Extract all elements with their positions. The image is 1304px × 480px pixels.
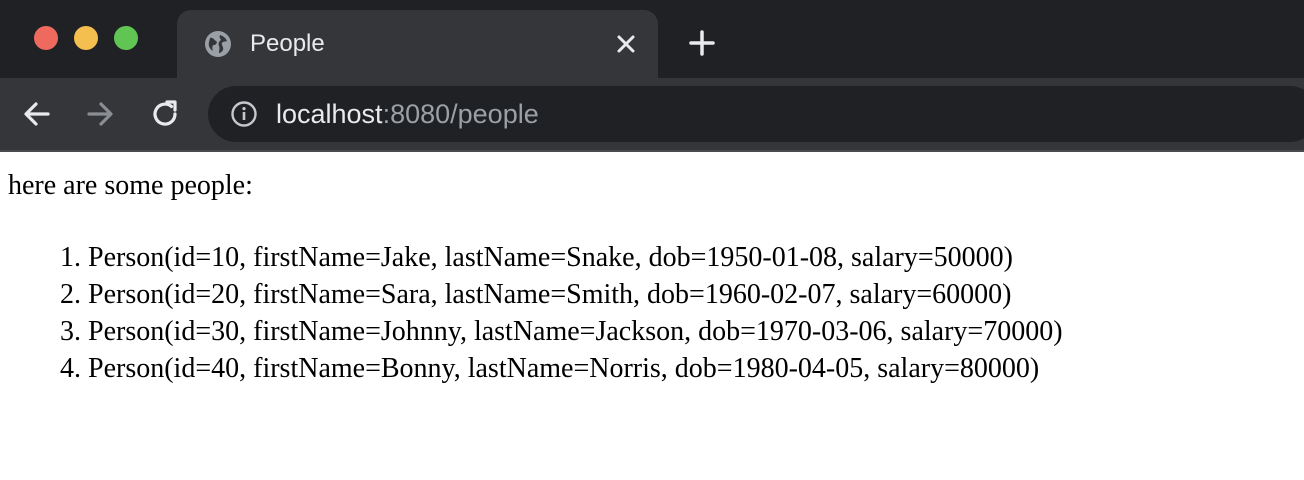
- close-window-button[interactable]: [34, 26, 58, 50]
- site-info-icon[interactable]: [230, 100, 258, 128]
- intro-text: here are some people:: [8, 170, 253, 201]
- list-item: Person(id=40, firstName=Bonny, lastName=…: [88, 350, 1063, 387]
- forward-arrow-icon[interactable]: [84, 98, 116, 130]
- minimize-window-button[interactable]: [74, 26, 98, 50]
- page-content: here are some people: Person(id=10, firs…: [0, 152, 1304, 480]
- people-list: Person(id=10, firstName=Jake, lastName=S…: [48, 239, 1063, 387]
- zoom-window-button[interactable]: [114, 26, 138, 50]
- reload-icon[interactable]: [149, 98, 181, 130]
- list-item: Person(id=30, firstName=Johnny, lastName…: [88, 313, 1063, 350]
- url-host: localhost: [276, 99, 383, 129]
- globe-icon: [205, 31, 231, 57]
- list-item: Person(id=10, firstName=Jake, lastName=S…: [88, 239, 1063, 276]
- close-tab-icon[interactable]: [612, 30, 640, 58]
- url-path: :8080/people: [382, 99, 539, 129]
- address-url[interactable]: localhost:8080/people: [276, 98, 539, 130]
- back-arrow-icon[interactable]: [21, 98, 53, 130]
- tab-title: People: [250, 30, 325, 57]
- list-item: Person(id=20, firstName=Sara, lastName=S…: [88, 276, 1063, 313]
- new-tab-icon[interactable]: [687, 28, 717, 58]
